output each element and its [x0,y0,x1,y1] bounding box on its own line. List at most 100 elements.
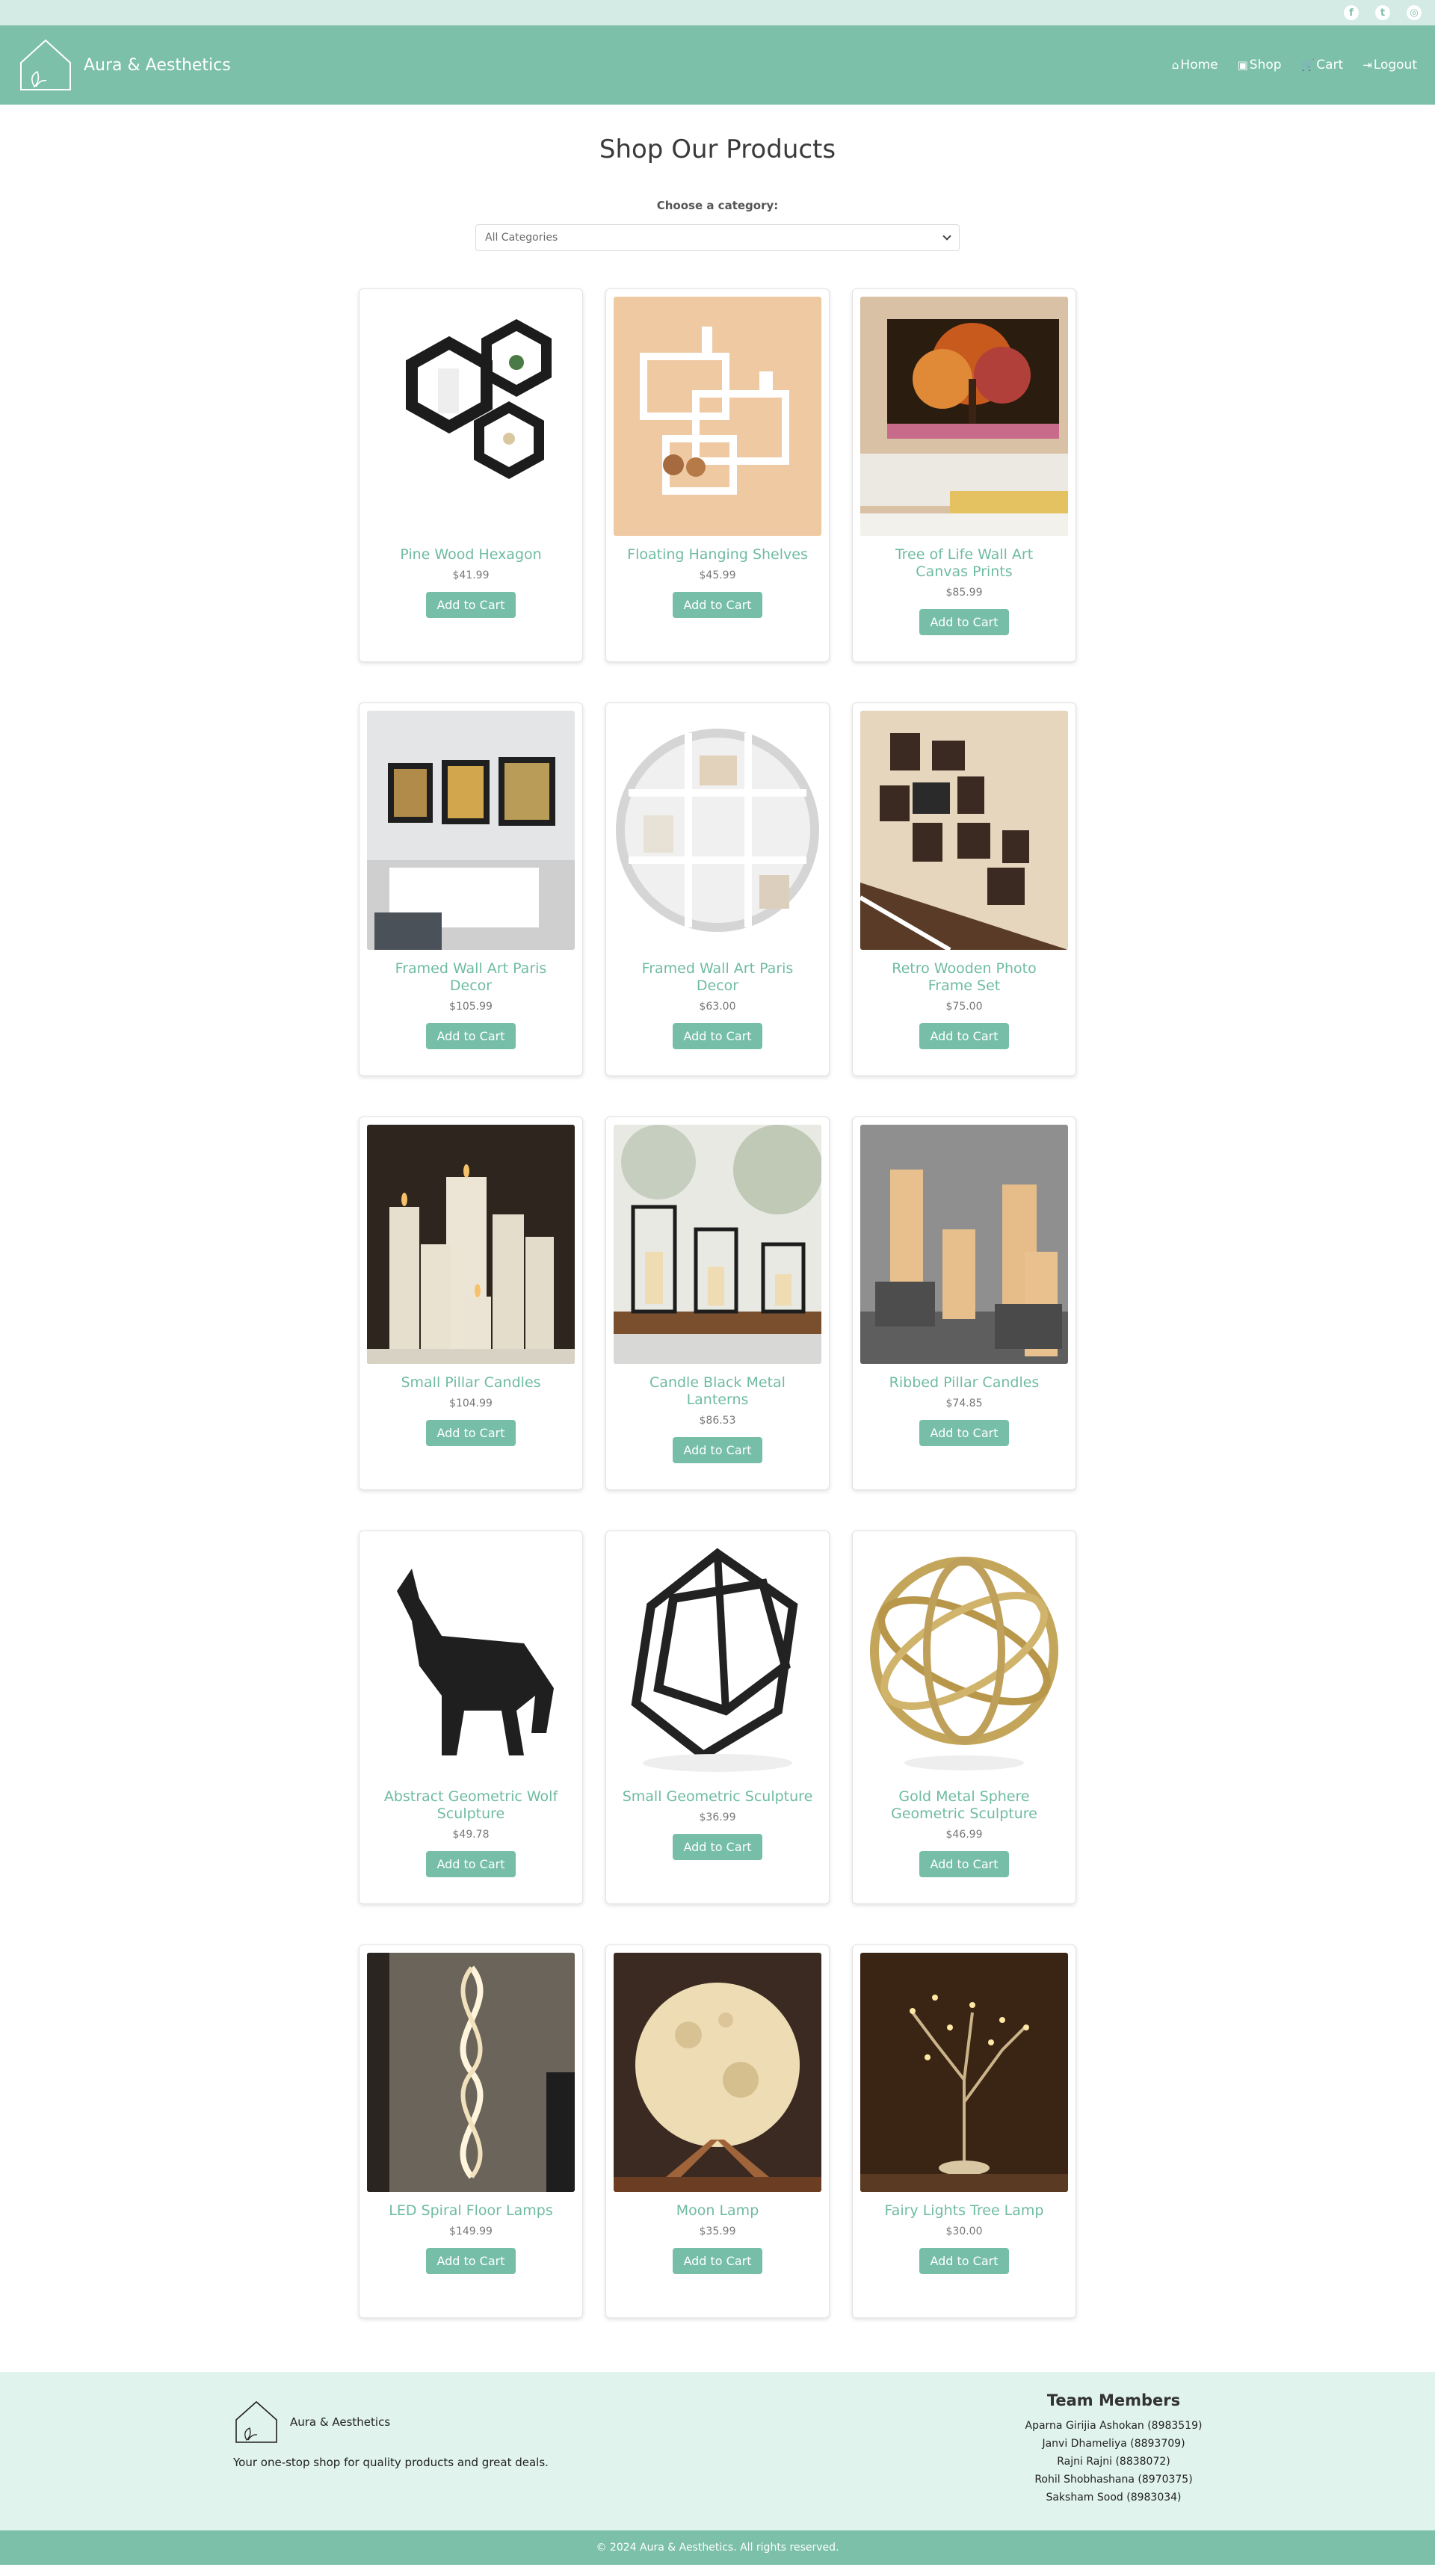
product-name[interactable]: Moon Lamp [614,2202,821,2220]
product-name[interactable]: Floating Hanging Shelves [614,546,821,563]
nav-shop[interactable]: ▣ Shop [1238,58,1282,72]
hexagon-shelf-icon[interactable] [367,297,575,536]
product-price: $105.99 [449,1001,493,1013]
shop-main: Shop Our Products Choose a category: All… [0,135,1435,2318]
product-price: $75.00 [945,1001,983,1013]
product-card: Small Pillar Candles $104.99 Add to Cart [359,1116,583,1490]
product-card: Framed Wall Art Paris Decor $63.00 Add to … [605,702,830,1076]
footer-brand: Aura & Aesthetics [233,2399,549,2445]
product-name[interactable]: Framed Wall Art Paris Decor [367,960,575,995]
product-card: Pine Wood Hexagon $41.99 Add to Cart [359,288,583,662]
product-card: Candle Black Metal Lanterns $86.53 Add to … [605,1116,830,1490]
product-name[interactable]: Gold Metal Sphere Geometric Sculpture [860,1788,1068,1823]
add-to-cart-button[interactable]: Add to Cart [426,1851,516,1877]
spiral-lamp-icon[interactable] [367,1953,575,2192]
add-to-cart-button[interactable]: Add to Cart [673,592,762,618]
team-members: Team Members Aparna Girijia Ashokan (898… [957,2391,1271,2506]
product-name[interactable]: Ribbed Pillar Candles [860,1374,1068,1392]
nav-home-label: Home [1180,58,1218,72]
footer-brand-name: Aura & Aesthetics [290,2415,391,2429]
product-price: $46.99 [945,1829,983,1841]
product-card: Abstract Geometric Wolf Sculpture $49.78 A… [359,1531,583,1904]
wolf-sculpture-icon[interactable] [367,1539,575,1778]
product-price: $86.53 [699,1415,736,1427]
add-to-cart-button[interactable]: Add to Cart [673,1437,762,1463]
add-to-cart-button[interactable]: Add to Cart [426,592,516,618]
add-to-cart-button[interactable]: Add to Cart [673,1834,762,1860]
copyright-text: © 2024 Aura & Aesthetics. All rights res… [596,2542,839,2554]
nav-logout-label: Logout [1373,58,1417,72]
lanterns-icon[interactable] [614,1125,821,1364]
product-price: $74.85 [945,1397,983,1409]
product-name[interactable]: Pine Wood Hexagon [367,546,575,563]
moon-lamp-icon[interactable] [614,1953,821,2192]
tree-canvas-icon[interactable] [860,297,1068,536]
add-to-cart-button[interactable]: Add to Cart [673,1023,762,1049]
product-name[interactable]: Abstract Geometric Wolf Sculpture [367,1788,575,1823]
add-to-cart-button[interactable]: Add to Cart [919,2248,1009,2274]
product-price: $149.99 [449,2226,493,2237]
product-name[interactable]: Tree of Life Wall Art Canvas Prints [860,546,1068,581]
team-member: Rohil Shobhashana (8970375) [1034,2474,1193,2486]
footer-tagline: Your one-stop shop for quality products … [233,2456,549,2469]
product-name[interactable]: LED Spiral Floor Lamps [367,2202,575,2220]
product-price: $41.99 [452,569,490,581]
nav-cart-label: Cart [1316,58,1344,72]
page-title: Shop Our Products [599,135,836,164]
facebook-icon[interactable]: f [1344,5,1359,20]
product-price: $30.00 [945,2226,983,2237]
geometric-cube-icon[interactable] [614,1539,821,1778]
product-card: Framed Wall Art Paris Decor $105.99 Add to… [359,702,583,1076]
nav-logout[interactable]: ⇥ Logout [1363,58,1417,72]
main-nav: ⌂ Home ▣ Shop 🛒 Cart ⇥ Logout [1172,58,1417,72]
product-price: $36.99 [699,1811,736,1823]
product-card: Gold Metal Sphere Geometric Sculpture $46… [852,1531,1076,1904]
nav-home[interactable]: ⌂ Home [1172,58,1218,72]
nav-shop-label: Shop [1249,58,1282,72]
social-bar: f t ◎ [0,0,1435,25]
product-price: $45.99 [699,569,736,581]
photo-frames-icon[interactable] [860,711,1068,950]
add-to-cart-button[interactable]: Add to Cart [426,2248,516,2274]
ribbed-candles-icon[interactable] [860,1125,1068,1364]
category-label: Choose a category: [656,199,779,212]
product-name[interactable]: Retro Wooden Photo Frame Set [860,960,1068,995]
round-shelf-icon[interactable] [614,711,821,950]
footer-about: Aura & Aesthetics Your one-stop shop for… [233,2399,549,2469]
nav-cart[interactable]: 🛒 Cart [1301,58,1344,72]
product-name[interactable]: Small Geometric Sculpture [614,1788,821,1806]
floating-shelf-icon[interactable] [614,297,821,536]
product-name[interactable]: Small Pillar Candles [367,1374,575,1392]
footer: Aura & Aesthetics Your one-stop shop for… [0,2372,1435,2530]
product-price: $35.99 [699,2226,736,2237]
brand[interactable]: Aura & Aesthetics [18,37,231,93]
twitter-icon[interactable]: t [1375,5,1390,20]
product-price: $63.00 [699,1001,736,1013]
house-logo-icon [235,2400,277,2443]
product-card: Fairy Lights Tree Lamp $30.00 Add to Cart [852,1945,1076,2318]
product-price: $85.99 [945,587,983,599]
framed-art-icon[interactable] [367,711,575,950]
instagram-icon[interactable]: ◎ [1407,5,1422,20]
tree-lamp-icon[interactable] [860,1953,1068,2192]
category-filter: Choose a category: All Categories [0,199,1435,251]
gold-sphere-icon[interactable] [860,1539,1068,1778]
team-member: Rajni Rajni (8838072) [1057,2456,1170,2468]
product-name[interactable]: Fairy Lights Tree Lamp [860,2202,1068,2220]
product-card: Floating Hanging Shelves $45.99 Add to Car… [605,288,830,662]
pillar-candles-icon[interactable] [367,1125,575,1364]
product-name[interactable]: Candle Black Metal Lanterns [614,1374,821,1409]
add-to-cart-button[interactable]: Add to Cart [919,1420,1009,1446]
add-to-cart-button[interactable]: Add to Cart [426,1023,516,1049]
category-select[interactable]: All Categories [475,224,960,251]
product-card: Moon Lamp $35.99 Add to Cart [605,1945,830,2318]
add-to-cart-button[interactable]: Add to Cart [919,609,1009,635]
add-to-cart-button[interactable]: Add to Cart [919,1023,1009,1049]
product-card: LED Spiral Floor Lamps $149.99 Add to Cart [359,1945,583,2318]
team-title: Team Members [1046,2391,1181,2409]
product-name[interactable]: Framed Wall Art Paris Decor [614,960,821,995]
add-to-cart-button[interactable]: Add to Cart [426,1420,516,1446]
add-to-cart-button[interactable]: Add to Cart [919,1851,1009,1877]
add-to-cart-button[interactable]: Add to Cart [673,2248,762,2274]
copyright-bar: © 2024 Aura & Aesthetics. All rights res… [0,2530,1435,2565]
